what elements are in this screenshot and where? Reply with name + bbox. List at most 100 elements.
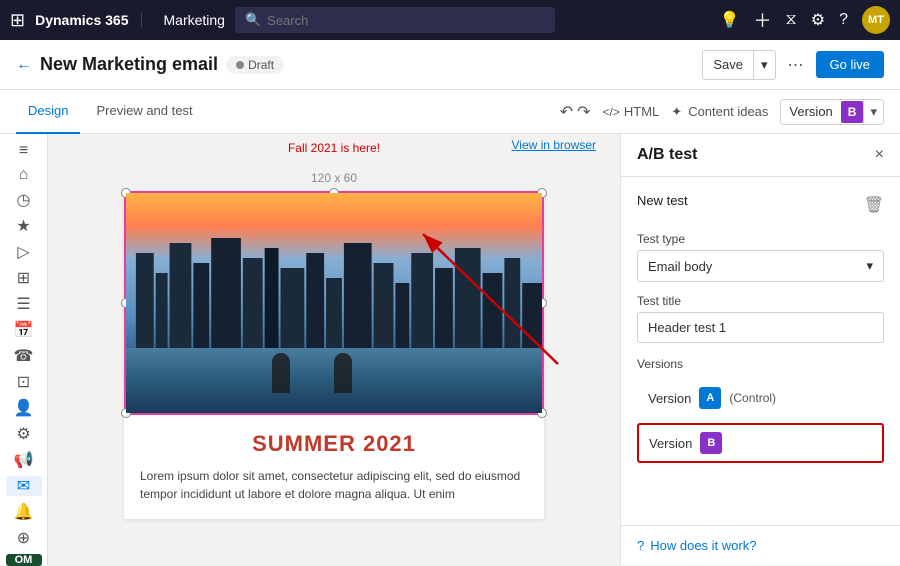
- ab-panel-footer[interactable]: ? How does it work?: [621, 525, 900, 565]
- sidebar-item-menu[interactable]: ≡: [6, 142, 42, 160]
- canvas-scroll[interactable]: 120 x 60 Image A/B ↵ 🗑 ⛓ ⤢: [48, 155, 620, 565]
- tab-actions: ↶ ↷ </> HTML ✦ Content ideas Version B ▾: [560, 99, 884, 125]
- app-label: Marketing: [152, 12, 225, 28]
- version-a-control: (Control): [729, 391, 776, 405]
- delete-test-button[interactable]: 🗑: [864, 195, 884, 215]
- header-actions: Save ▾ ⋯ Go live: [702, 50, 884, 80]
- undo-redo: ↶ ↷: [560, 102, 591, 122]
- select-chevron-icon: ▾: [866, 258, 873, 274]
- more-options-button[interactable]: ⋯: [784, 51, 808, 79]
- version-b-text: Version: [649, 436, 692, 451]
- sidebar-item-pinned[interactable]: ★: [6, 216, 42, 236]
- test-type-select[interactable]: Email body ▾: [637, 250, 884, 282]
- sidebar-item-campaigns[interactable]: 📢: [6, 450, 42, 470]
- version-a-badge: A: [699, 387, 721, 409]
- version-label: Version: [781, 100, 840, 123]
- save-label[interactable]: Save: [703, 52, 753, 77]
- content-ideas-button[interactable]: ✦ Content ideas: [671, 104, 768, 120]
- undo-icon[interactable]: ↶: [560, 102, 573, 122]
- ab-panel: A/B test × New test 🗑 Test type Email bo…: [620, 134, 900, 565]
- sidebar-item-settings[interactable]: ⚙: [6, 424, 42, 444]
- how-link[interactable]: How does it work?: [650, 538, 756, 553]
- sidebar-item-play[interactable]: ▷: [6, 242, 42, 262]
- ab-panel-body: New test 🗑 Test type Email body ▾ Test t…: [621, 177, 900, 525]
- status-dot: [236, 61, 244, 69]
- settings-icon[interactable]: ⚙: [811, 10, 825, 30]
- nav-right: 💡 ＋ ⧖ ⚙ ? MT: [720, 6, 890, 34]
- add-icon[interactable]: ＋: [754, 7, 772, 33]
- avatar[interactable]: MT: [862, 6, 890, 34]
- versions-label: Versions: [637, 357, 884, 371]
- grid-icon[interactable]: ⊞: [10, 10, 25, 31]
- main-area: ≡ ⌂ ◷ ★ ▷ ⊞ ☰ 📅 ☎ ⊡ 👤 ⚙ 📢 ✉ 🔔 ⊕ OM Fall …: [0, 134, 900, 565]
- help-icon[interactable]: ?: [839, 11, 848, 29]
- versions-section: Versions Version A (Control) Version B: [637, 357, 884, 463]
- status-label: Draft: [248, 58, 274, 72]
- tab-preview[interactable]: Preview and test: [84, 90, 204, 134]
- top-nav: ⊞ Dynamics 365 Marketing 🔍 💡 ＋ ⧖ ⚙ ? MT: [0, 0, 900, 40]
- brand-label: Dynamics 365: [35, 12, 141, 28]
- sidebar-item-segments[interactable]: ⊡: [6, 372, 42, 392]
- version-selector[interactable]: Version B ▾: [780, 99, 884, 125]
- search-box[interactable]: 🔍: [235, 7, 555, 33]
- sidebar-item-calendar[interactable]: 📅: [6, 320, 42, 340]
- email-content: SUMMER 2021 Lorem ipsum dolor sit amet, …: [124, 415, 544, 519]
- sparkle-icon: ✦: [671, 104, 682, 120]
- version-a-row[interactable]: Version A (Control): [637, 379, 884, 417]
- ab-panel-title: A/B test: [637, 146, 697, 164]
- sidebar-item-apps[interactable]: ⊞: [6, 268, 42, 288]
- lightbulb-icon[interactable]: 💡: [720, 10, 740, 30]
- sidebar-item-profile[interactable]: OM: [6, 554, 42, 566]
- test-title-input[interactable]: [637, 312, 884, 343]
- summer-title: SUMMER 2021: [140, 431, 528, 457]
- back-button[interactable]: ←: [16, 56, 32, 74]
- version-value: B: [841, 101, 864, 123]
- sidebar-item-phone[interactable]: ☎: [6, 346, 42, 366]
- redo-icon[interactable]: ↷: [577, 102, 590, 122]
- save-button[interactable]: Save ▾: [702, 50, 775, 80]
- version-b-row[interactable]: Version B: [637, 423, 884, 463]
- search-icon: 🔍: [245, 12, 261, 28]
- canvas-notice: Fall 2021 is here!: [288, 141, 380, 155]
- content-ideas-label: Content ideas: [688, 104, 768, 119]
- ab-panel-header: A/B test ×: [621, 134, 900, 177]
- view-in-browser-link[interactable]: View in browser: [512, 138, 596, 152]
- html-button[interactable]: </> HTML: [603, 104, 660, 119]
- sidebar-nav: ≡ ⌂ ◷ ★ ▷ ⊞ ☰ 📅 ☎ ⊡ 👤 ⚙ 📢 ✉ 🔔 ⊕ OM: [0, 134, 48, 565]
- version-a-text: Version: [648, 391, 691, 406]
- tab-design[interactable]: Design: [16, 90, 80, 134]
- sidebar-item-notifications[interactable]: 🔔: [6, 502, 42, 522]
- test-title-field: Test title: [637, 294, 884, 343]
- sidebar-item-recent[interactable]: ◷: [6, 190, 42, 210]
- email-wrapper: Image A/B ↵ 🗑 ⛓ ⤢: [124, 191, 544, 519]
- test-type-label: Test type: [637, 232, 884, 246]
- sidebar-item-contacts[interactable]: 👤: [6, 398, 42, 418]
- test-title-label: Test title: [637, 294, 884, 308]
- image-preview: [126, 193, 542, 413]
- new-test-label: New test: [637, 193, 688, 208]
- sidebar-item-list[interactable]: ☰: [6, 294, 42, 314]
- new-test-row: New test 🗑: [637, 193, 884, 216]
- html-label: HTML: [624, 104, 659, 119]
- version-b-badge: B: [700, 432, 722, 454]
- version-chevron-icon[interactable]: ▾: [863, 100, 883, 124]
- lorem-text: Lorem ipsum dolor sit amet, consectetur …: [140, 467, 528, 503]
- page-title: New Marketing email: [40, 54, 218, 75]
- golive-button[interactable]: Go live: [816, 51, 884, 78]
- test-type-value: Email body: [648, 259, 712, 274]
- sidebar-item-home[interactable]: ⌂: [6, 166, 42, 184]
- test-type-field: Test type Email body ▾: [637, 232, 884, 282]
- status-badge: Draft: [226, 56, 284, 74]
- sidebar-item-email[interactable]: ✉: [6, 476, 42, 496]
- canvas-area: Fall 2021 is here! View in browser 120 x…: [48, 134, 620, 565]
- close-button[interactable]: ×: [875, 146, 884, 164]
- sidebar-item-add[interactable]: ⊕: [6, 528, 42, 548]
- tabs-row: Design Preview and test ↶ ↷ </> HTML ✦ C…: [0, 90, 900, 134]
- search-input[interactable]: [267, 13, 545, 28]
- code-icon: </>: [603, 105, 620, 119]
- save-dropdown-icon[interactable]: ▾: [754, 52, 775, 78]
- question-icon: ?: [637, 538, 644, 553]
- page-header: ← New Marketing email Draft Save ▾ ⋯ Go …: [0, 40, 900, 90]
- filter-icon[interactable]: ⧖: [786, 11, 797, 29]
- image-block[interactable]: Image A/B ↵ 🗑 ⛓ ⤢: [124, 191, 544, 415]
